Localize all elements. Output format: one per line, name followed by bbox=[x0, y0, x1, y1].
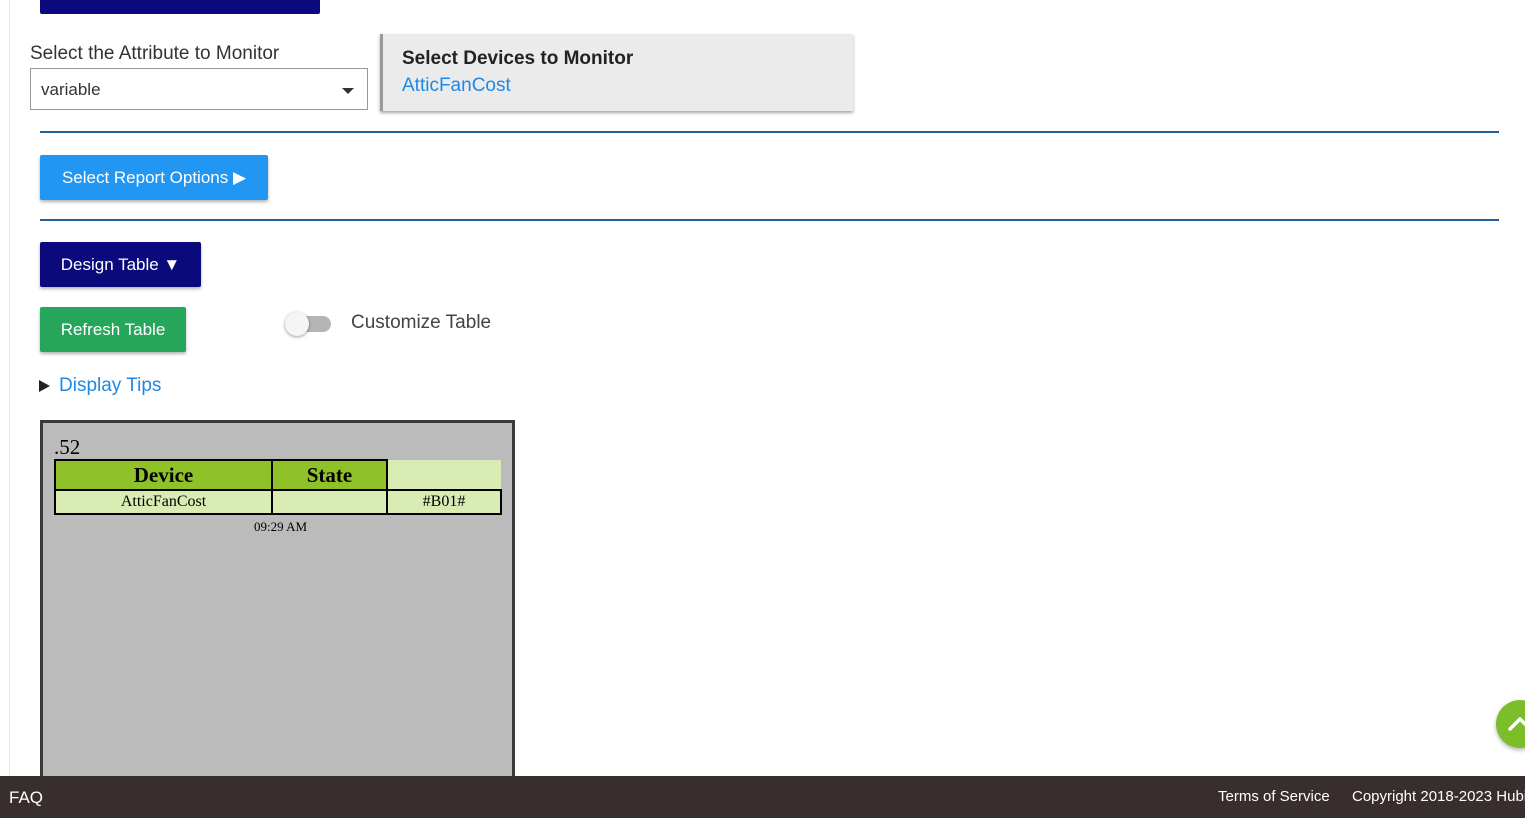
caret-down-icon bbox=[342, 88, 354, 94]
customize-table-label: Customize Table bbox=[351, 312, 492, 333]
display-tips-link[interactable]: Display Tips bbox=[59, 375, 161, 397]
header-state: State bbox=[271, 459, 388, 491]
header-empty bbox=[387, 460, 501, 490]
preview-timestamp: 09:29 AM bbox=[253, 519, 308, 534]
scroll-top-button[interactable] bbox=[1496, 700, 1525, 748]
cell-extra: #B01# bbox=[386, 489, 502, 515]
attribute-select-value: variable bbox=[41, 80, 101, 99]
cell-state bbox=[271, 489, 388, 515]
selected-device[interactable]: AtticFanCost bbox=[402, 75, 511, 97]
copyright-text: Copyright 2018-2023 Hubi bbox=[1352, 788, 1525, 805]
select-report-options-button[interactable]: Select Report Options ▶ bbox=[40, 155, 268, 200]
cell-device: AtticFanCost bbox=[54, 489, 273, 515]
left-border bbox=[0, 0, 10, 776]
design-table-button[interactable]: Design Table ▼ bbox=[40, 242, 201, 287]
divider bbox=[40, 219, 1499, 221]
attribute-select[interactable]: variable bbox=[30, 68, 368, 110]
divider bbox=[40, 131, 1499, 133]
footer: FAQ Terms of Service Copyright 2018-2023… bbox=[0, 776, 1525, 818]
top-button-stub[interactable] bbox=[40, 0, 320, 14]
devices-selector[interactable]: Select Devices to Monitor AtticFanCost bbox=[380, 34, 853, 111]
table-row: AtticFanCost #B01# bbox=[54, 489, 502, 515]
preview-number: .52 bbox=[54, 435, 81, 459]
faq-link[interactable]: FAQ bbox=[9, 788, 43, 808]
preview-header-row: Device State bbox=[54, 459, 501, 491]
attribute-label: Select the Attribute to Monitor bbox=[30, 43, 280, 64]
refresh-table-button[interactable]: Refresh Table bbox=[40, 307, 186, 352]
triangle-right-icon[interactable] bbox=[39, 380, 50, 392]
devices-title: Select Devices to Monitor bbox=[402, 48, 634, 69]
terms-link[interactable]: Terms of Service bbox=[1218, 788, 1330, 805]
preview-table: Device State AtticFanCost #B01# bbox=[54, 459, 502, 515]
table-preview: .52 Device State AtticFanCost #B01# 09:2… bbox=[40, 420, 515, 776]
customize-table-toggle-knob[interactable] bbox=[285, 312, 309, 336]
header-device: Device bbox=[54, 459, 273, 491]
chevron-up-icon bbox=[1508, 717, 1525, 731]
